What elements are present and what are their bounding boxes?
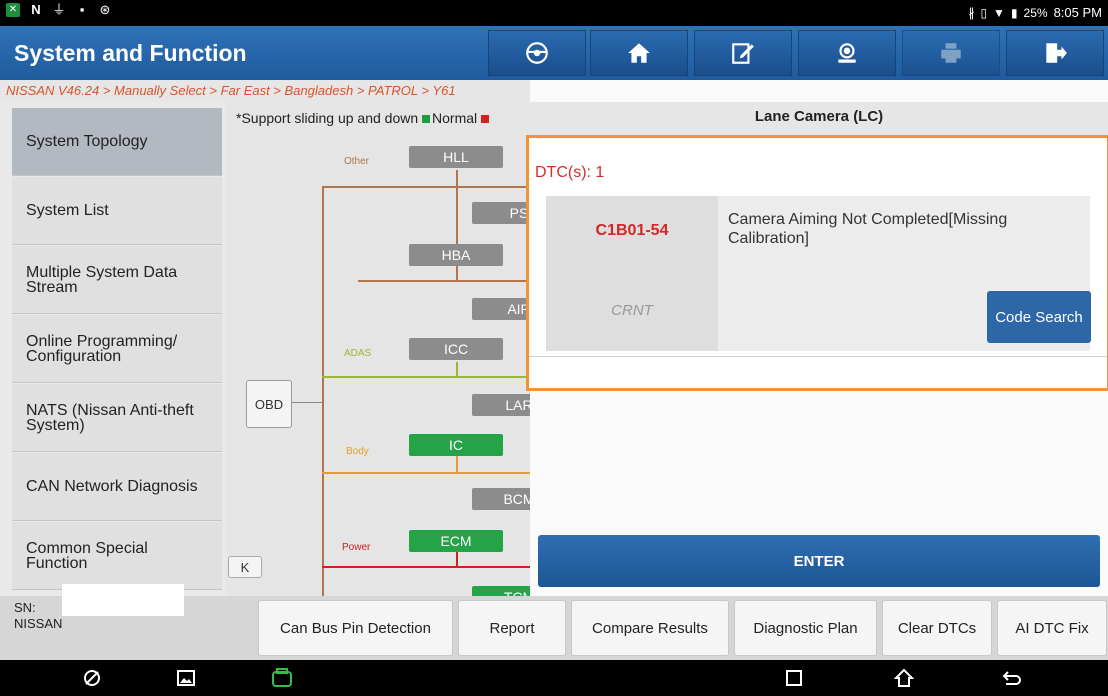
- print-button[interactable]: [902, 30, 1000, 76]
- dtc-code-cell: C1B01-54 CRNT: [546, 196, 718, 351]
- wifi-icon: ▼: [993, 5, 1005, 20]
- collapse-button[interactable]: K: [228, 556, 262, 578]
- support-button[interactable]: [798, 30, 896, 76]
- dtc-highlight-box: DTC(s): 1 C1B01-54 CRNT Camera Aiming No…: [526, 135, 1108, 391]
- print-icon: [941, 43, 961, 63]
- page-title: System and Function: [14, 40, 247, 66]
- usb-icon: ⏚: [52, 2, 66, 17]
- edit-button[interactable]: [694, 30, 792, 76]
- topology-hint: *Support sliding up and down Normal: [236, 110, 490, 126]
- clear-dtcs-button[interactable]: Clear DTCs: [882, 600, 992, 656]
- node-tcm[interactable]: TCM: [472, 586, 530, 596]
- sidebar-item-label: Multiple System Data Stream: [26, 263, 178, 296]
- node-ps[interactable]: PS: [472, 202, 530, 224]
- bottom-toolbar: SN: NISSAN Can Bus Pin Detection Report …: [0, 584, 1108, 660]
- node-hba[interactable]: HBA: [409, 244, 503, 266]
- obd-connector-line: [292, 402, 322, 403]
- divider: [529, 356, 1107, 357]
- category-label-power: Power: [342, 542, 371, 553]
- sidebar-item-common-special-function[interactable]: Common Special Function: [12, 522, 222, 590]
- vci-icon[interactable]: [270, 666, 294, 690]
- status-bar: ✕ N ⏚ ▪ ⊛ ∦ ▯ ▼ ▮ 25% 8:05 PM: [0, 0, 1108, 26]
- sidebar-item-label: Common Special Function: [26, 539, 148, 572]
- exit-button[interactable]: [1006, 30, 1104, 76]
- dtc-code: C1B01-54: [595, 222, 669, 239]
- battery-icon: ▮: [1010, 5, 1018, 20]
- sidebar-item-online-programming[interactable]: Online Programming/ Configuration: [12, 315, 222, 383]
- sidebar-item-label: Online Programming/ Configuration: [26, 332, 178, 365]
- sidebar: System Topology System List Multiple Sys…: [12, 108, 222, 596]
- image-icon: ▪: [79, 2, 85, 17]
- dtc-row: C1B01-54 CRNT Camera Aiming Not Complete…: [546, 196, 1091, 351]
- edit-icon: [732, 43, 754, 64]
- dtc-count: DTC(s): 1: [535, 164, 605, 181]
- exit-icon: [1046, 43, 1067, 63]
- report-button[interactable]: Report: [458, 600, 566, 656]
- home-nav-icon[interactable]: [892, 666, 916, 690]
- category-label-body: Body: [346, 446, 369, 457]
- node-air[interactable]: AIR: [472, 298, 530, 320]
- bus-trunk: [322, 186, 324, 596]
- support-icon: [838, 43, 856, 63]
- node-icc[interactable]: ICC: [409, 338, 503, 360]
- gallery-icon[interactable]: [174, 666, 198, 690]
- diagnostic-plan-button[interactable]: Diagnostic Plan: [734, 600, 877, 656]
- browser-icon[interactable]: [80, 666, 104, 690]
- category-label-other: Other: [344, 156, 370, 167]
- compare-results-button[interactable]: Compare Results: [571, 600, 729, 656]
- breadcrumb: NISSAN V46.24 > Manually Select > Far Ea…: [0, 80, 530, 102]
- sidebar-item-label: System Topology: [26, 133, 148, 150]
- notification-app-icon: ✕: [6, 3, 20, 17]
- node-ic[interactable]: IC: [409, 434, 503, 456]
- node-bcm[interactable]: BCM: [472, 488, 530, 510]
- sidebar-item-label: CAN Network Diagnosis: [26, 478, 198, 495]
- normal-legend-label: Normal: [432, 110, 478, 126]
- sidebar-item-nats[interactable]: NATS (Nissan Anti-theft System): [12, 384, 222, 452]
- obd-node[interactable]: OBD: [246, 380, 292, 428]
- dtc-description: Camera Aiming Not Completed[Missing Cali…: [728, 211, 1008, 247]
- panel-title: Lane Camera (LC): [754, 108, 884, 125]
- sn-label: SN:: [14, 600, 36, 615]
- back-icon[interactable]: [1000, 666, 1024, 690]
- can-bus-pin-detection-button[interactable]: Can Bus Pin Detection: [258, 600, 453, 656]
- vehicle-brand: NISSAN: [14, 616, 63, 631]
- dtc-panel: Lane Camera (LC) DTC(s): 1 C1B01-54 CRNT…: [526, 80, 1108, 596]
- sidebar-item-multiple-system-data-stream[interactable]: Multiple System Data Stream: [12, 246, 222, 314]
- sn-redaction: [62, 584, 184, 616]
- node-lar[interactable]: LAR: [472, 394, 530, 416]
- header: System and Function: [0, 26, 1108, 80]
- ai-dtc-fix-button[interactable]: AI DTC Fix: [997, 600, 1107, 656]
- dtc-status: CRNT: [611, 302, 653, 319]
- sidebar-item-system-list[interactable]: System List: [12, 177, 222, 245]
- sidebar-item-system-topology[interactable]: System Topology: [12, 108, 222, 176]
- clock: 8:05 PM: [1053, 5, 1102, 20]
- enter-button[interactable]: ENTER: [538, 535, 1100, 587]
- recent-apps-icon[interactable]: [782, 666, 806, 690]
- steering-wheel-icon: [526, 42, 548, 64]
- sidebar-item-label: NATS (Nissan Anti-theft System): [26, 401, 194, 434]
- normal-legend-swatch: [422, 115, 431, 123]
- vibrate-icon: ▯: [980, 5, 988, 20]
- code-search-button[interactable]: Code Search: [987, 291, 1091, 343]
- steering-wheel-button[interactable]: [488, 30, 586, 76]
- home-icon: [628, 43, 650, 63]
- node-ecm[interactable]: ECM: [409, 530, 503, 552]
- n-icon: N: [31, 2, 41, 17]
- sidebar-item-label: System List: [26, 202, 109, 219]
- home-button[interactable]: [590, 30, 688, 76]
- fault-legend-swatch: [481, 115, 490, 123]
- topology-diagram[interactable]: *Support sliding up and down Normal Othe…: [226, 102, 530, 596]
- android-nav-bar: [0, 660, 1108, 696]
- vehicle-info: SN: NISSAN: [14, 584, 184, 632]
- node-hll[interactable]: HLL: [409, 146, 503, 168]
- bluetooth-icon: ∦: [968, 5, 975, 20]
- accessibility-icon: ⊛: [99, 2, 111, 17]
- category-label-adas: ADAS: [344, 348, 372, 359]
- battery-percent: 25%: [1023, 5, 1048, 20]
- sidebar-item-can-network-diagnosis[interactable]: CAN Network Diagnosis: [12, 453, 222, 521]
